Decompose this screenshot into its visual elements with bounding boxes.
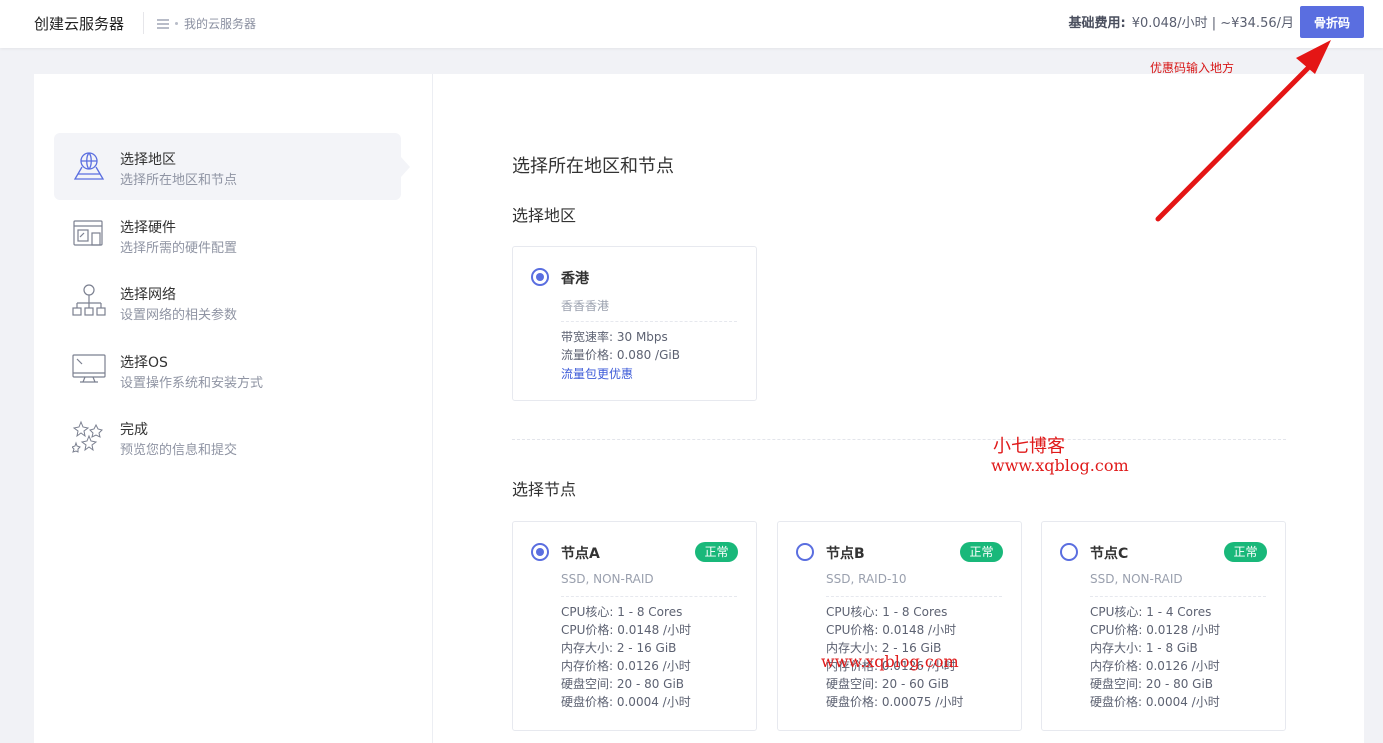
node-spec: CPU价格: 0.0128 /小时	[1090, 623, 1221, 637]
region-spec: 流量价格: 0.080 /GiB	[561, 348, 680, 362]
fee-label: 基础费用:	[1068, 16, 1126, 31]
step-region[interactable]: 选择地区 选择所在地区和节点	[54, 133, 410, 200]
list-icon	[157, 18, 169, 29]
node-spec: CPU核心: 1 - 8 Cores	[826, 605, 948, 619]
step-hardware[interactable]: 选择硬件 选择所需的硬件配置	[54, 201, 401, 268]
region-name: 香港	[561, 271, 589, 287]
step-desc: 设置网络的相关参数	[120, 308, 238, 323]
hardware-icon	[73, 220, 103, 246]
section-heading: 选择所在地区和节点	[512, 156, 674, 177]
watermark-url: www.xqblog.com	[991, 456, 1129, 475]
network-icon	[72, 284, 106, 316]
node-name: 节点B	[826, 546, 865, 562]
node-spec: CPU价格: 0.0148 /小时	[561, 623, 692, 637]
step-title: 完成	[120, 422, 148, 438]
status-badge: 正常	[1224, 542, 1267, 562]
option-divider	[561, 321, 737, 322]
page-title: 创建云服务器	[34, 15, 125, 33]
node-name: 节点C	[1090, 546, 1129, 562]
step-title: 选择地区	[120, 152, 176, 168]
status-badge: 正常	[960, 542, 1003, 562]
breadcrumb-separator	[175, 22, 178, 25]
node-spec: 硬盘空间: 20 - 80 GiB	[1090, 677, 1214, 691]
region-sub: 香香香港	[561, 299, 610, 313]
step-title: 选择OS	[120, 355, 168, 371]
node-spec: CPU核心: 1 - 4 Cores	[1090, 605, 1212, 619]
step-network[interactable]: 选择网络 设置网络的相关参数	[54, 268, 401, 335]
node-radio[interactable]	[796, 543, 814, 561]
node-radio[interactable]	[1060, 543, 1078, 561]
step-desc: 选择所在地区和节点	[120, 173, 238, 188]
step-title: 选择网络	[120, 287, 176, 303]
node-sub: SSD, RAID-10	[826, 572, 907, 586]
node-option-b[interactable]: 节点B 正常 SSD, RAID-10 CPU核心: 1 - 8 Cores C…	[777, 521, 1022, 731]
step-title: 选择硬件	[120, 220, 176, 236]
node-spec: 硬盘价格: 0.0004 /小时	[1090, 695, 1220, 709]
traffic-package-link[interactable]: 流量包更优惠	[561, 365, 633, 382]
option-divider	[561, 596, 737, 597]
node-spec: 硬盘价格: 0.0004 /小时	[561, 695, 691, 709]
wizard-card: 选择地区 选择所在地区和节点 选择硬件 选择所需的硬件配置 选择网络 设置网络的…	[34, 74, 1364, 743]
node-name: 节点A	[561, 546, 600, 562]
node-option-c[interactable]: 节点C 正常 SSD, NON-RAID CPU核心: 1 - 4 Cores …	[1041, 521, 1286, 731]
node-radio[interactable]	[531, 543, 549, 561]
step-sidebar: 选择地区 选择所在地区和节点 选择硬件 选择所需的硬件配置 选择网络 设置网络的…	[34, 74, 433, 743]
step-desc: 预览您的信息和提交	[120, 443, 238, 458]
region-spec: 带宽速率: 30 Mbps	[561, 330, 668, 344]
globe-map-icon	[73, 152, 105, 180]
step-desc: 选择所需的硬件配置	[120, 241, 238, 256]
node-spec: 硬盘空间: 20 - 80 GiB	[561, 677, 685, 691]
base-fee: 基础费用: ¥0.048/小时 | ~¥34.56/月	[1069, 12, 1294, 31]
region-heading: 选择地区	[512, 206, 577, 225]
step-finish[interactable]: 完成 预览您的信息和提交	[54, 403, 401, 470]
node-spec: 内存大小: 2 - 16 GiB	[561, 641, 677, 655]
option-divider	[1090, 596, 1266, 597]
watermark-name: 小七博客	[993, 436, 1065, 457]
watermark-url-inline: www.xqblog.com	[821, 652, 959, 671]
node-option-a[interactable]: 节点A 正常 SSD, NON-RAID CPU核心: 1 - 8 Cores …	[512, 521, 757, 731]
breadcrumb-link[interactable]: 我的云服务器	[184, 15, 256, 32]
node-spec: CPU核心: 1 - 8 Cores	[561, 605, 683, 619]
header-divider	[143, 12, 144, 34]
node-spec: 硬盘空间: 20 - 60 GiB	[826, 677, 950, 691]
option-divider	[826, 596, 1002, 597]
section-divider	[512, 439, 1286, 440]
monitor-icon	[72, 354, 106, 383]
step-os[interactable]: 选择OS 设置操作系统和安装方式	[54, 336, 401, 403]
status-badge: 正常	[695, 542, 738, 562]
node-spec: 硬盘价格: 0.00075 /小时	[826, 695, 964, 709]
stars-icon	[72, 420, 103, 453]
top-bar: 创建云服务器 我的云服务器 基础费用: ¥0.048/小时 | ~¥34.56/…	[0, 0, 1383, 48]
node-heading: 选择节点	[512, 480, 577, 499]
node-spec: 内存价格: 0.0126 /小时	[1090, 659, 1220, 673]
step-desc: 设置操作系统和安装方式	[120, 376, 264, 391]
region-radio[interactable]	[531, 268, 549, 286]
node-spec: 内存大小: 1 - 8 GiB	[1090, 641, 1198, 655]
node-sub: SSD, NON-RAID	[1090, 572, 1183, 586]
region-option-hongkong[interactable]: 香港 香香香港 带宽速率: 30 Mbps 流量价格: 0.080 /GiB 流…	[512, 246, 757, 401]
main-panel: 选择所在地区和节点 选择地区 香港 香香香港 带宽速率: 30 Mbps 流量价…	[434, 74, 1364, 743]
breadcrumb[interactable]: 我的云服务器	[157, 15, 256, 32]
node-sub: SSD, NON-RAID	[561, 572, 654, 586]
node-spec: CPU价格: 0.0148 /小时	[826, 623, 957, 637]
node-spec: 内存价格: 0.0126 /小时	[561, 659, 691, 673]
coupon-button[interactable]: 骨折码	[1300, 6, 1364, 38]
fee-value: ¥0.048/小时 | ~¥34.56/月	[1131, 16, 1294, 31]
